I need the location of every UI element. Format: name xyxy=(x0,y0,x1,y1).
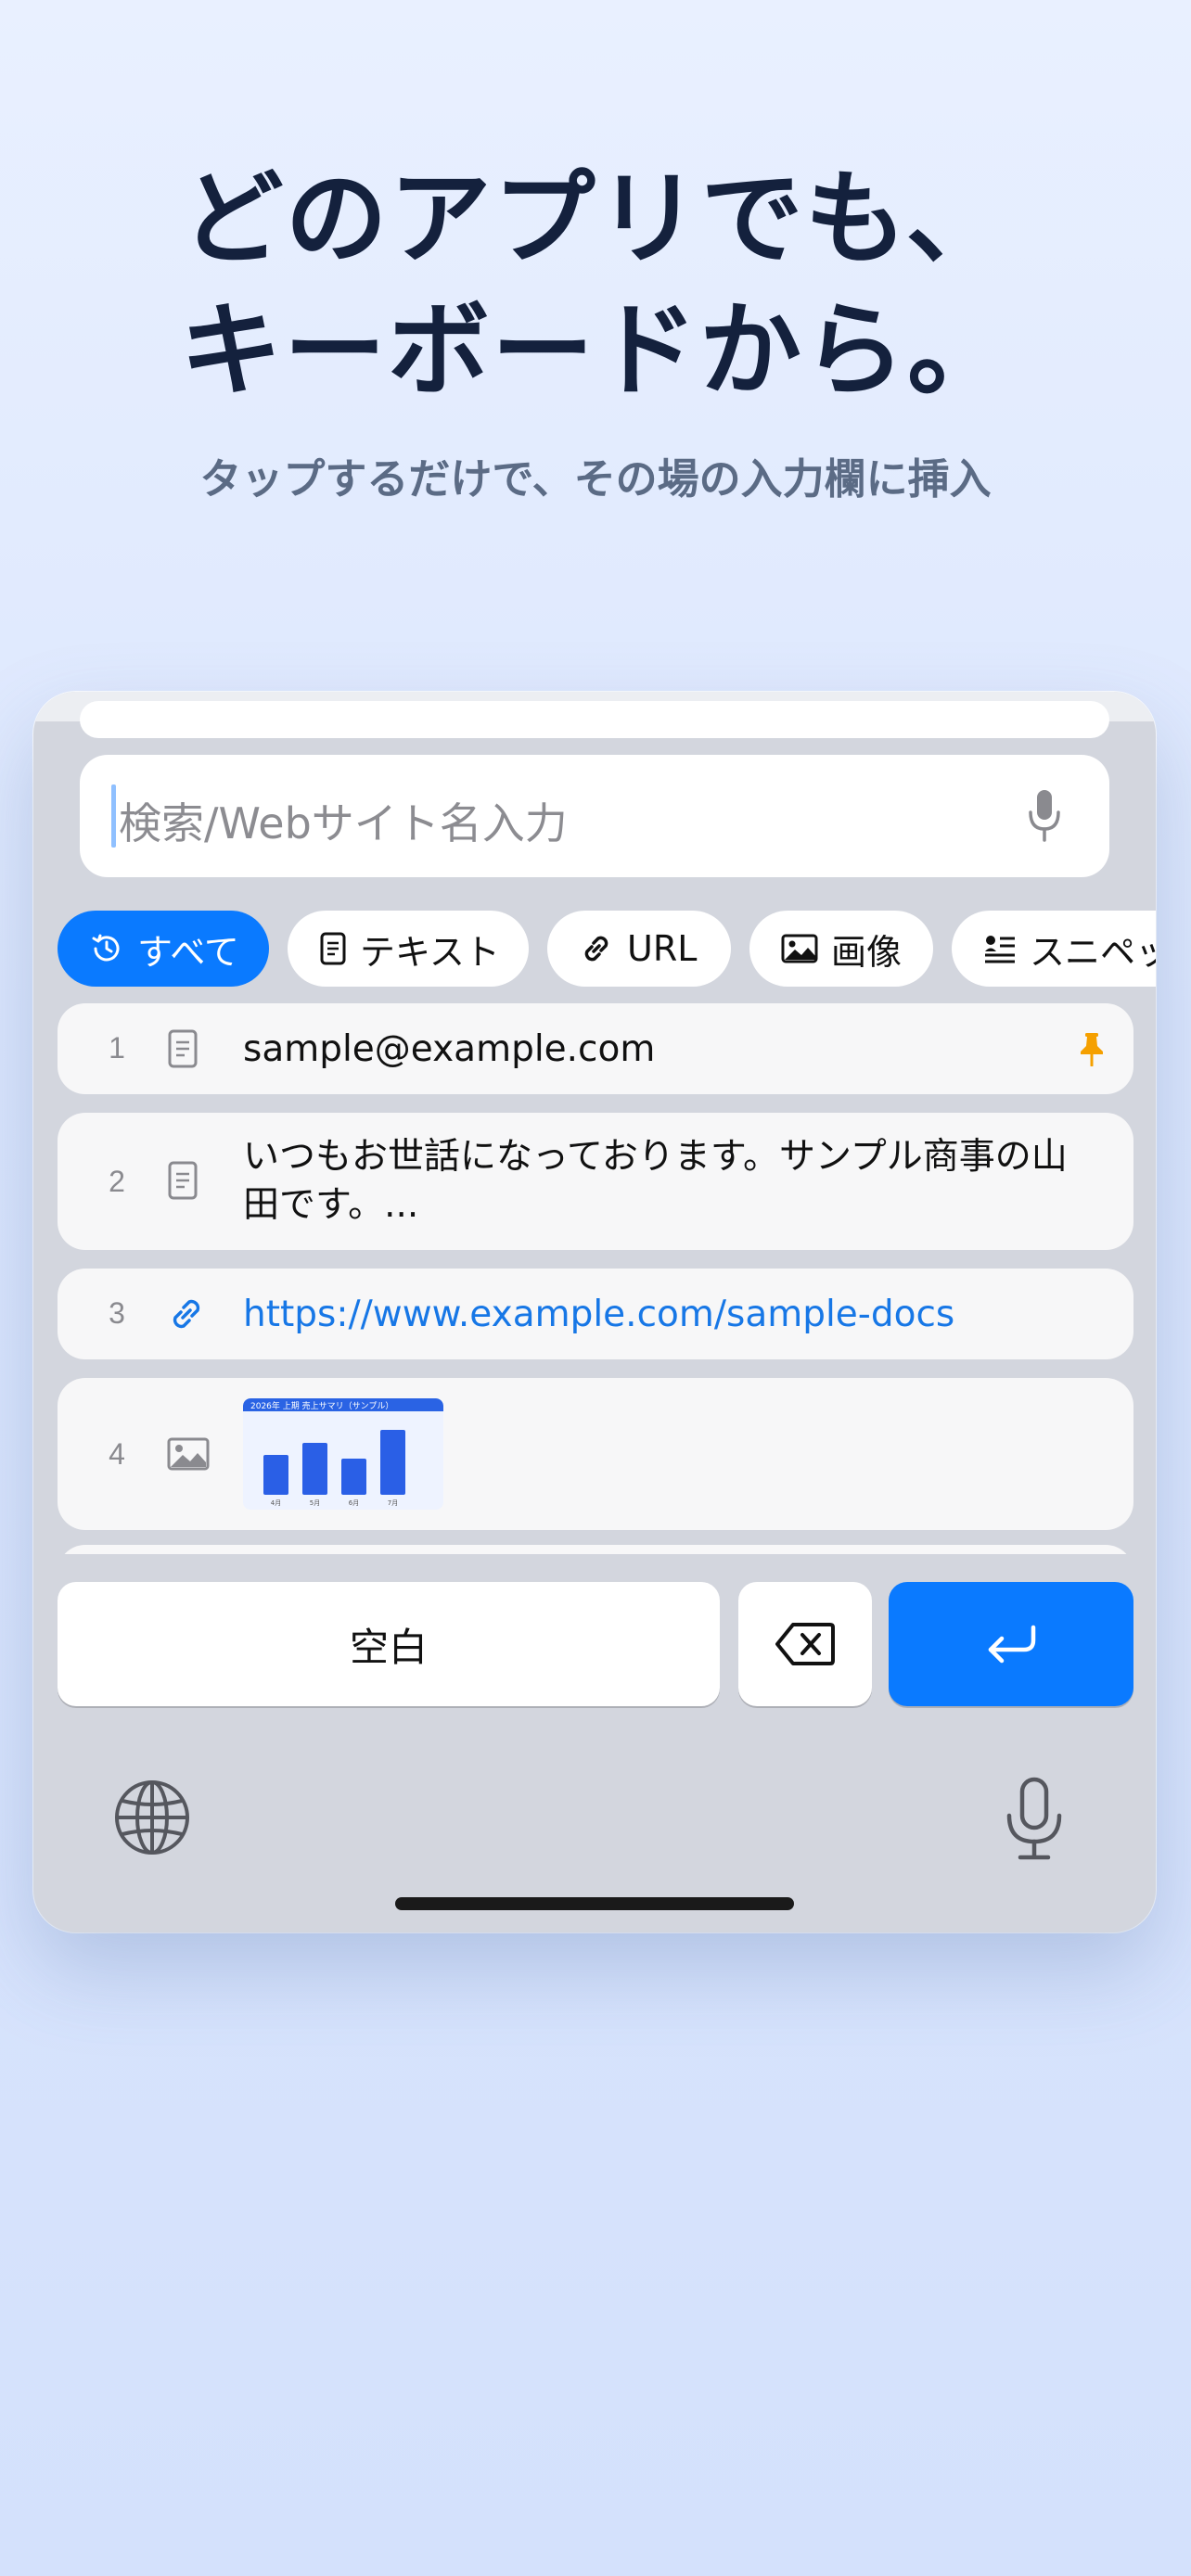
hero-title: どのアプリでも、 キーボードから。 xyxy=(0,153,1191,416)
pin-icon[interactable] xyxy=(1078,1031,1106,1066)
return-arrow-icon xyxy=(988,1625,1036,1664)
space-key-label: 空白 xyxy=(349,1624,428,1670)
item-text: いつもお世話になっております。サンプル商事の山 田です。... xyxy=(243,1133,1068,1230)
delete-backward-icon xyxy=(775,1623,835,1665)
filter-chip-label: スニペッ xyxy=(1030,931,1156,973)
filter-chip-label: すべて xyxy=(137,931,239,973)
filter-chip-label: URL xyxy=(627,928,698,969)
delete-key[interactable] xyxy=(738,1582,872,1706)
mic-icon[interactable] xyxy=(1026,788,1063,844)
thumbnail-bar-label: 5月 xyxy=(309,1499,321,1507)
globe-icon[interactable] xyxy=(113,1779,191,1856)
search-input[interactable]: 検索/Webサイト名入力 xyxy=(80,755,1109,877)
text-cursor xyxy=(111,784,116,848)
hero-title-line-2: キーボードから。 xyxy=(180,291,1011,410)
thumbnail-bar xyxy=(341,1459,366,1495)
item-index: 3 xyxy=(109,1296,125,1330)
filter-chips: すべて テキスト URL 画像 スニペッ xyxy=(58,911,1156,988)
filter-chip-image[interactable]: 画像 xyxy=(749,911,933,987)
hero-title-line-1: どのアプリでも、 xyxy=(181,159,1010,278)
link-icon xyxy=(584,936,608,962)
thumbnail-bar xyxy=(302,1443,327,1495)
home-indicator xyxy=(395,1897,794,1910)
photo-icon xyxy=(167,1437,210,1471)
item-index: 1 xyxy=(109,1031,125,1065)
document-icon xyxy=(320,932,346,965)
clip-item-1[interactable]: 1 sample@example.com xyxy=(58,1003,1133,1094)
photo-icon xyxy=(781,934,818,963)
return-key[interactable] xyxy=(889,1582,1133,1706)
filter-chip-text[interactable]: テキスト xyxy=(288,911,529,987)
filter-chip-snippet[interactable]: スニペッ xyxy=(952,911,1156,987)
image-thumbnail: 2026年 上期 売上サマリ（サンプル） 4月 5月 6月 7月 xyxy=(243,1398,443,1510)
clip-item-2[interactable]: 2 いつもお世話になっております。サンプル商事の山 田です。... xyxy=(58,1113,1133,1250)
item-index: 4 xyxy=(109,1437,125,1471)
filter-chip-label: 画像 xyxy=(831,931,903,973)
hero-subtitle: タップするだけで、その場の入力欄に挿入 xyxy=(199,454,992,504)
thumbnail-bar xyxy=(263,1455,288,1495)
dictation-mic-icon[interactable] xyxy=(1004,1777,1065,1862)
search-placeholder: 検索/Webサイト名入力 xyxy=(119,798,568,848)
filter-chip-url[interactable]: URL xyxy=(547,911,731,987)
clip-item-4[interactable]: 4 2026年 上期 売上サマリ（サンプル） 4月 5月 6月 7月 xyxy=(58,1378,1133,1530)
item-link-text[interactable]: https://www.example.com/sample-docs xyxy=(243,1291,954,1339)
thumbnail-bar-label: 7月 xyxy=(387,1499,399,1507)
thumbnail-bar xyxy=(380,1430,405,1495)
space-key[interactable]: 空白 xyxy=(58,1582,720,1706)
document-icon xyxy=(168,1029,198,1068)
document-icon xyxy=(168,1161,198,1200)
keyboard-panel: 検索/Webサイト名入力 すべて テキスト URL 画像 スニペッ 1 samp… xyxy=(33,692,1156,1932)
link-icon xyxy=(173,1299,200,1329)
history-icon xyxy=(92,934,120,962)
item-text: sample@example.com xyxy=(243,1028,656,1070)
thumbnail-title: 2026年 上期 売上サマリ（サンプル） xyxy=(250,1402,394,1411)
item-text-line-1: いつもお世話になっております。サンプル商事の山 xyxy=(243,1136,1068,1178)
item-index: 2 xyxy=(109,1165,125,1198)
filter-chip-all[interactable]: すべて xyxy=(58,911,269,987)
thumbnail-bar-label: 6月 xyxy=(348,1499,360,1507)
filter-chip-label: テキスト xyxy=(360,931,500,973)
app-sheet-edge xyxy=(33,692,1156,738)
clip-item-3[interactable]: 3 https://www.example.com/sample-docs xyxy=(58,1269,1133,1359)
item-text-line-2: 田です。... xyxy=(243,1184,419,1226)
thumbnail-bar-label: 4月 xyxy=(270,1499,282,1507)
snippet-icon xyxy=(985,936,1015,963)
